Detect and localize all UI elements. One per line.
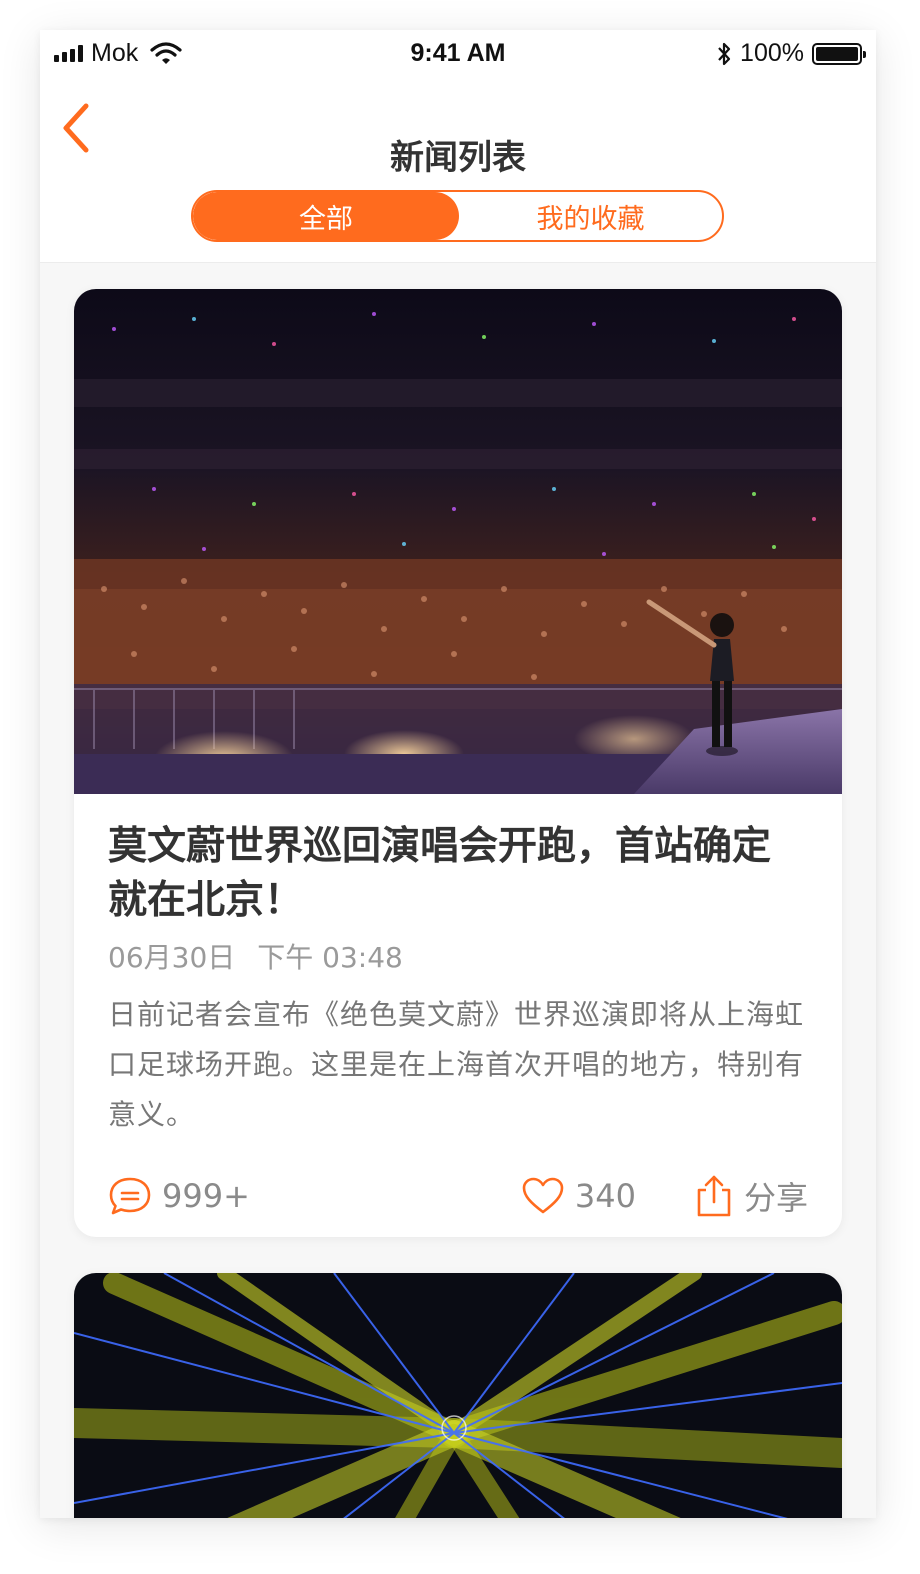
- comment-icon: [109, 1177, 151, 1215]
- news-card[interactable]: 莫文蔚世界巡回演唱会开跑，首站确定就在北京！ 06月30日 下午 03:48 日前…: [74, 289, 842, 1237]
- news-date: 06月30日 下午 03:48: [108, 936, 808, 976]
- segmented-control: 全部 我的收藏: [191, 190, 724, 242]
- news-actions: 999+ 340 分享: [108, 1166, 808, 1226]
- news-summary: 日前记者会宣布《绝色莫文蔚》世界巡演即将从上海虹口足球场开跑。这里是在上海首次开…: [108, 998, 805, 1131]
- comment-button[interactable]: 999+: [108, 1166, 250, 1226]
- tab-favorites[interactable]: 我的收藏: [459, 192, 722, 240]
- news-card[interactable]: [74, 1273, 842, 1518]
- bluetooth-icon: [718, 42, 731, 65]
- news-date-day: 06月30日: [108, 941, 236, 974]
- share-label: 分享: [743, 1179, 808, 1217]
- news-image-concert-crowd[interactable]: [74, 289, 842, 794]
- heart-icon: [522, 1177, 564, 1214]
- share-icon: [697, 1175, 731, 1217]
- phone-screen: Mok 9:41 AM 100% 新闻列表 全部 我的收藏 莫文蔚世界巡回演唱会…: [40, 30, 876, 1518]
- tab-all[interactable]: 全部: [193, 192, 459, 240]
- news-image-stage-lasers[interactable]: [74, 1273, 842, 1518]
- like-button[interactable]: 340: [521, 1166, 636, 1226]
- like-count: 340: [574, 1177, 636, 1215]
- news-date-time: 下午 03:48: [257, 941, 403, 974]
- nav-bar: 新闻列表 全部 我的收藏: [40, 76, 876, 263]
- status-bar: Mok 9:41 AM 100%: [40, 30, 876, 76]
- comment-count: 999+: [162, 1177, 250, 1215]
- news-title[interactable]: 莫文蔚世界巡回演唱会开跑，首站确定就在北京！: [108, 820, 808, 928]
- battery-percent: 100%: [740, 39, 804, 67]
- share-button[interactable]: 分享: [694, 1166, 808, 1226]
- battery-icon: [812, 42, 866, 65]
- page-title: 新闻列表: [390, 138, 526, 178]
